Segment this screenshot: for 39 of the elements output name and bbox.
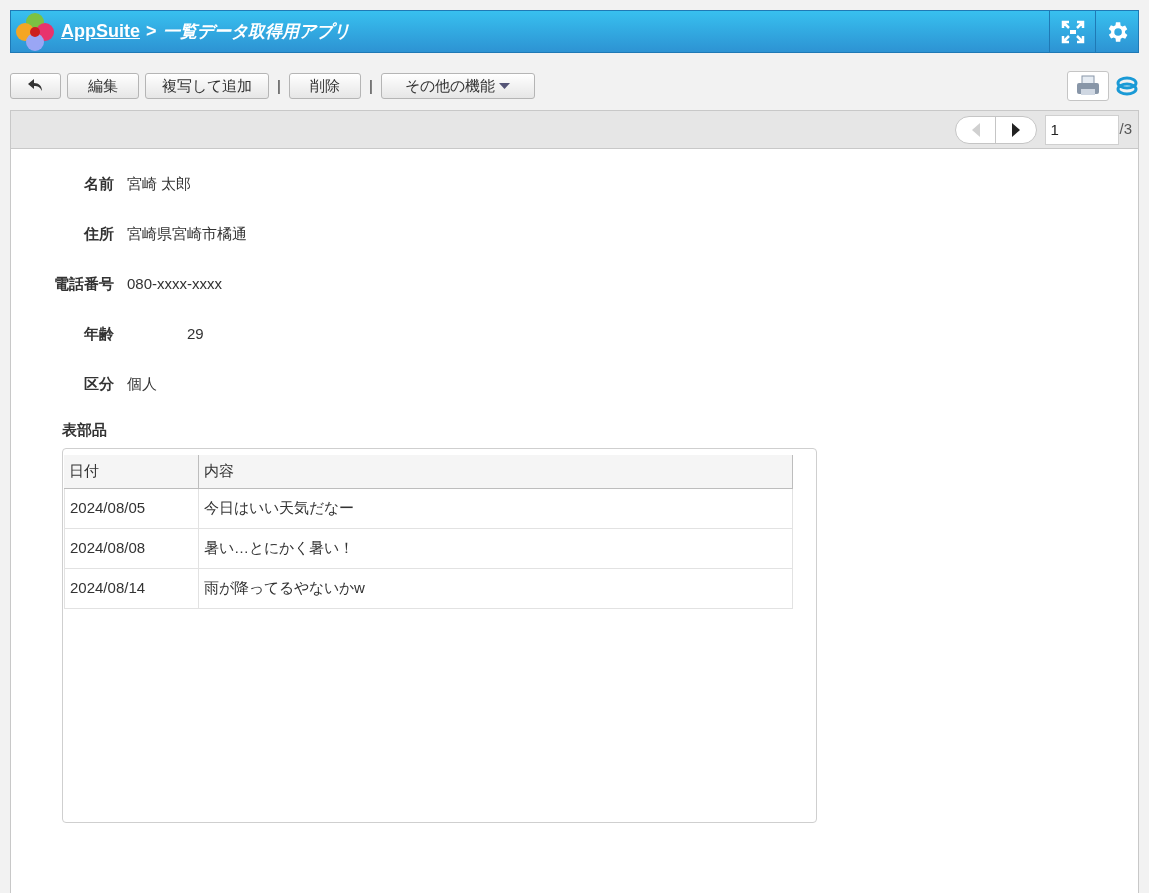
column-header: 内容 — [199, 454, 793, 488]
separator-text: | — [276, 75, 282, 96]
page-number-field[interactable]: 1 — [1045, 114, 1120, 145]
table-cell-text: 雨が降ってるやないかw — [203, 577, 366, 598]
field-label: 電話番号 — [53, 274, 114, 294]
table-cell-text: 暑い…とにかく暑い！ — [203, 537, 355, 558]
table-cell: 2024/08/05 — [65, 488, 199, 528]
field-value: 宮崎 太郎 — [127, 174, 192, 194]
breadcrumb-separator: > — [146, 20, 157, 43]
back-arrow-icon — [27, 79, 44, 93]
more-functions-button[interactable]: その他の機能 — [380, 73, 535, 99]
separator-text: | — [367, 75, 374, 96]
field-value: 080-xxxx-xxxx — [127, 274, 223, 294]
table-title: 表部品 — [62, 420, 108, 440]
caret-icon — [499, 83, 511, 89]
page-total: /3 — [1119, 119, 1132, 140]
toolbar-button[interactable]: 編集 — [67, 73, 139, 99]
field-value: 個人 — [127, 374, 157, 394]
table-cell: 2024/08/08 — [65, 528, 199, 568]
field-label: 区分 — [83, 374, 114, 394]
page-title: 一覧データ取得用アプリ — [162, 20, 350, 43]
field-value: 宮崎県宮崎市橘通 — [127, 224, 247, 244]
right-triangle-icon — [1012, 122, 1021, 137]
field-label: 住所 — [82, 224, 114, 244]
field-label: 名前 — [83, 174, 114, 194]
printer-icon — [1076, 75, 1100, 97]
field-label: 年齢 — [83, 324, 114, 344]
back-button[interactable] — [10, 73, 61, 99]
toolbar-button[interactable]: 削除 — [288, 73, 361, 99]
logo-icon — [15, 11, 55, 52]
table-cell-text: 今日はいい天気だなー — [203, 497, 355, 518]
field-value: 29 — [187, 324, 204, 344]
expand-icon — [1060, 19, 1085, 44]
column-header: 日付 — [64, 454, 199, 488]
table-cell: 2024/08/14 — [65, 568, 199, 608]
link-icon[interactable] — [1115, 76, 1139, 96]
left-triangle-icon — [972, 122, 980, 137]
print-button[interactable] — [1067, 71, 1109, 101]
toolbar-button[interactable]: 複写して追加 — [145, 73, 269, 99]
